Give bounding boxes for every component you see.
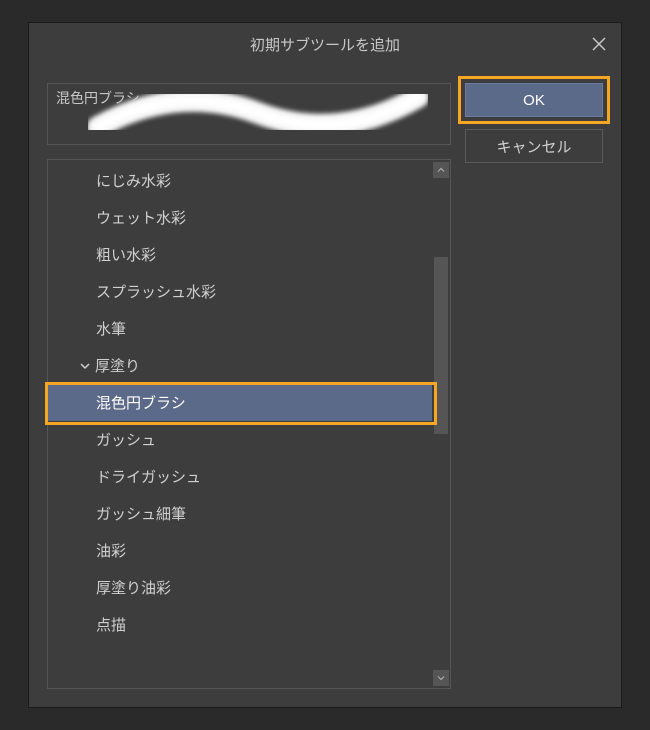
list-item-label: 厚塗り — [95, 355, 140, 376]
list-item[interactable]: 粗い水彩 — [48, 236, 432, 273]
list-item[interactable]: 厚塗り油彩 — [48, 569, 432, 606]
list-item-label: 粗い水彩 — [96, 244, 156, 265]
ok-button[interactable]: OK — [465, 83, 603, 117]
scroll-thumb[interactable] — [434, 257, 448, 434]
list-item[interactable]: ガッシュ — [48, 421, 432, 458]
dialog-content: 混色円ブラシ にじみ水彩ウェット水彩粗い水彩スプラッシュ水彩水筆厚塗り混色円ブラ… — [29, 65, 621, 707]
add-subtool-dialog: 初期サブツールを追加 混色円ブラシ にじみ水彩ウェット水彩粗い水彩スプラッシュ水… — [28, 22, 622, 708]
cancel-button[interactable]: キャンセル — [465, 129, 603, 163]
scroll-down-button[interactable] — [433, 670, 449, 686]
list-item[interactable]: 点描 — [48, 606, 432, 643]
list-item[interactable]: ドライガッシュ — [48, 458, 432, 495]
list-group-item[interactable]: 厚塗り — [48, 347, 432, 384]
list-scroll-area: にじみ水彩ウェット水彩粗い水彩スプラッシュ水彩水筆厚塗り混色円ブラシガッシュドラ… — [48, 160, 432, 688]
dialog-title: 初期サブツールを追加 — [250, 34, 400, 55]
list-item-label: スプラッシュ水彩 — [96, 281, 216, 302]
scroll-up-button[interactable] — [433, 162, 449, 178]
preview-label: 混色円ブラシ — [56, 90, 140, 106]
list-item-label: 点描 — [96, 614, 126, 635]
list-item-label: ガッシュ細筆 — [96, 503, 186, 524]
list-item[interactable]: にじみ水彩 — [48, 162, 432, 199]
ok-button-wrap: OK — [465, 83, 603, 117]
list-item[interactable]: 油彩 — [48, 532, 432, 569]
list-item-label: 水筆 — [96, 318, 126, 339]
list-item[interactable]: ウェット水彩 — [48, 199, 432, 236]
list-item[interactable]: 水筆 — [48, 310, 432, 347]
list-item[interactable]: スプラッシュ水彩 — [48, 273, 432, 310]
chevron-down-icon — [437, 674, 445, 682]
list-item-label: ドライガッシュ — [96, 466, 201, 487]
subtool-list: にじみ水彩ウェット水彩粗い水彩スプラッシュ水彩水筆厚塗り混色円ブラシガッシュドラ… — [47, 159, 451, 689]
left-column: 混色円ブラシ にじみ水彩ウェット水彩粗い水彩スプラッシュ水彩水筆厚塗り混色円ブラ… — [47, 83, 451, 689]
list-item-label: ガッシュ — [96, 429, 156, 450]
chevron-down-icon — [79, 360, 91, 372]
close-icon — [592, 37, 606, 51]
list-item[interactable]: ガッシュ細筆 — [48, 495, 432, 532]
list-item-label: 混色円ブラシ — [96, 392, 186, 413]
list-item-label: 油彩 — [96, 540, 126, 561]
list-item-label: にじみ水彩 — [96, 170, 171, 191]
list-item[interactable]: 混色円ブラシ — [48, 384, 432, 421]
list-item-label: ウェット水彩 — [96, 207, 186, 228]
list-item-label: 厚塗り油彩 — [96, 577, 171, 598]
brush-preview: 混色円ブラシ — [47, 83, 451, 145]
scrollbar[interactable] — [432, 160, 450, 688]
scroll-track[interactable] — [432, 178, 450, 670]
chevron-up-icon — [437, 166, 445, 174]
close-button[interactable] — [577, 23, 621, 65]
right-column: OK キャンセル — [465, 83, 603, 689]
titlebar: 初期サブツールを追加 — [29, 23, 621, 65]
